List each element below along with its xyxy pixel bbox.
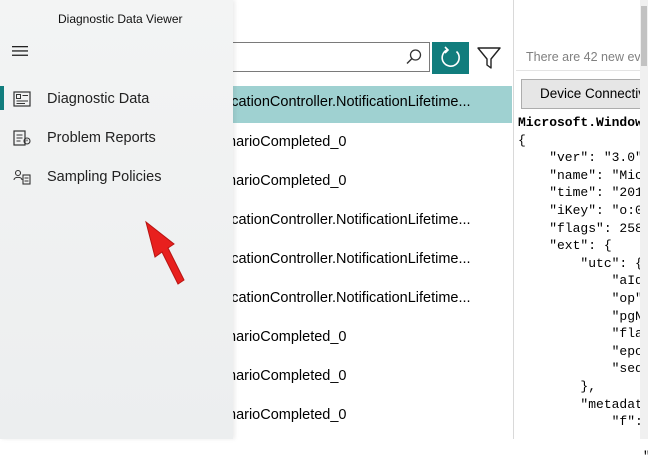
json-line: "iKey": "o:0a8 [518, 202, 648, 218]
nav-item-label: Problem Reports [47, 130, 156, 146]
event-name: icationController.NotificationLifetime..… [228, 94, 471, 110]
refresh-button[interactable] [432, 42, 469, 74]
json-line: "utc": { [518, 255, 643, 271]
event-title: Microsoft.Windows [518, 115, 648, 130]
nav-item-diagnostic-data[interactable]: Diagnostic Data [0, 80, 233, 118]
annotation-arrow [145, 220, 185, 285]
json-line: { [518, 132, 526, 148]
event-row[interactable]: icationController.NotificationLifetime..… [228, 282, 512, 319]
device-connectivity-button[interactable]: Device Connectivit [521, 79, 648, 109]
event-row[interactable]: narioCompleted_0 [228, 360, 512, 397]
event-row[interactable]: narioCompleted_0 [228, 321, 512, 358]
event-name: narioCompleted_0 [228, 173, 347, 189]
event-row[interactable]: narioCompleted_0 [228, 126, 512, 163]
json-line: "f": { [518, 414, 648, 430]
json-line: "op": [518, 290, 648, 306]
event-name: narioCompleted_0 [228, 407, 347, 423]
hamburger-menu-icon[interactable] [12, 45, 28, 57]
event-row[interactable]: narioCompleted_0 [228, 165, 512, 202]
json-line: }, [518, 378, 597, 394]
refresh-icon [441, 46, 460, 67]
event-name: icationController.NotificationLifetime..… [228, 290, 471, 306]
navigation-pane [0, 0, 233, 439]
search-input[interactable] [228, 42, 430, 72]
problem-reports-icon [13, 130, 31, 146]
json-line: " [518, 449, 648, 465]
event-name: narioCompleted_0 [228, 368, 347, 384]
json-line: "epoch [518, 343, 648, 359]
filter-icon[interactable] [476, 44, 502, 72]
detail-scroll-thumb[interactable] [641, 6, 647, 66]
event-row[interactable]: icationController.NotificationLifetime..… [228, 86, 512, 123]
event-json-view: Microsoft.Windows { "ver": "3.0", "name":… [518, 114, 648, 466]
json-line: "ver": "3.0", [518, 150, 648, 166]
json-line: "flags": 258, [518, 220, 648, 236]
event-name: icationController.NotificationLifetime..… [228, 212, 471, 228]
nav-item-label: Diagnostic Data [47, 91, 150, 107]
nav-item-label: Sampling Policies [47, 169, 162, 185]
nav-item-sampling-policies[interactable]: Sampling Policies [0, 158, 233, 196]
event-name: narioCompleted_0 [228, 134, 347, 150]
app-title: Diagnostic Data Viewer [58, 12, 183, 26]
event-row[interactable]: icationController.NotificationLifetime..… [228, 204, 512, 241]
json-line: "flags [518, 326, 648, 342]
json-line: "name": "Micro [518, 167, 648, 183]
diagnostic-data-icon [13, 91, 31, 107]
json-line: "aId" [518, 273, 648, 289]
event-name: icationController.NotificationLifetime..… [228, 251, 471, 267]
event-name: narioCompleted_0 [228, 329, 347, 345]
json-line: "pgNam [518, 308, 648, 324]
nav-item-problem-reports[interactable]: Problem Reports [0, 119, 233, 157]
sampling-policies-icon [13, 169, 31, 185]
json-line: "ext": { [518, 238, 612, 254]
event-row[interactable]: narioCompleted_0 [228, 399, 512, 436]
json-line: "time": "2018- [518, 185, 648, 201]
new-events-notice: There are 42 new eve [526, 50, 648, 64]
json-line: "seq" [518, 361, 648, 377]
search-icon[interactable] [405, 48, 423, 66]
detail-separator [516, 70, 648, 71]
json-line: " [518, 431, 648, 447]
json-line: "metadata" [518, 396, 648, 412]
event-row[interactable]: icationController.NotificationLifetime..… [228, 243, 512, 280]
